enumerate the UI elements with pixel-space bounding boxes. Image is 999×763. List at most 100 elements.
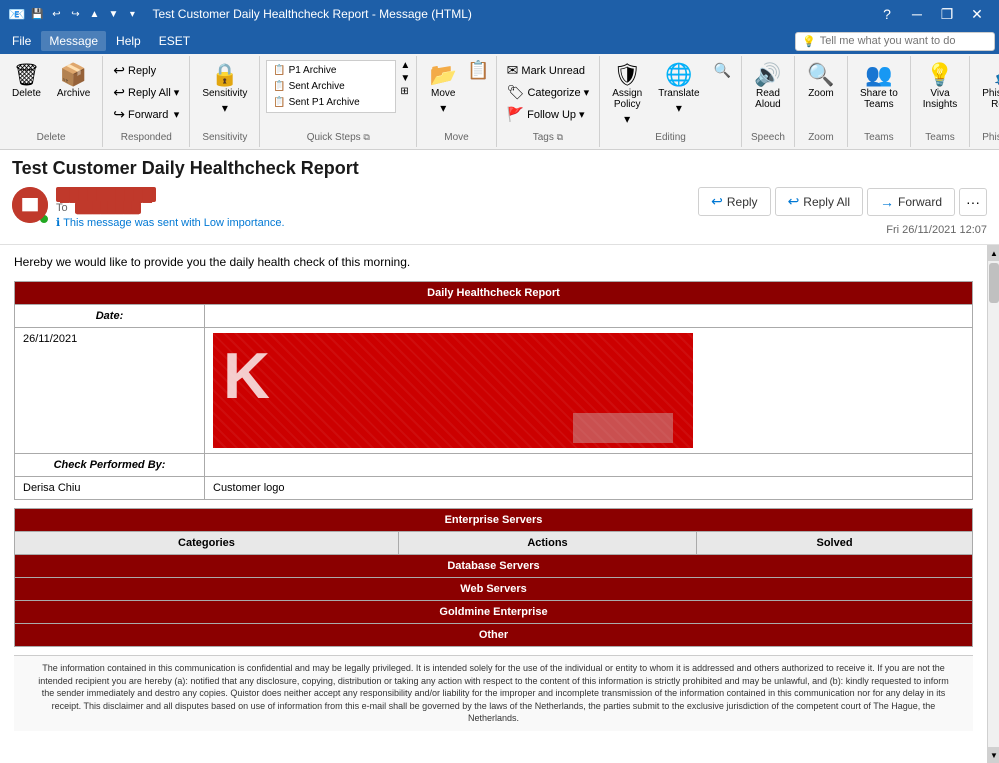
- delete-button[interactable]: 🗑 Delete: [6, 60, 47, 103]
- move-extra: 📋: [467, 60, 489, 81]
- scroll-up-arrow[interactable]: ▲: [988, 245, 999, 261]
- email-container: Test Customer Daily Healthcheck Report █…: [0, 150, 999, 763]
- search-box[interactable]: 💡: [795, 32, 995, 51]
- quick-step-sentarchive[interactable]: 📋 Sent Archive: [269, 79, 393, 94]
- forward-header-icon: →: [880, 194, 894, 210]
- sensitivity-group-content: 🔒 Sensitivity ▾: [196, 60, 253, 130]
- phish-icon: 🎣: [992, 64, 999, 86]
- quick-step-p1archive[interactable]: 📋 P1 Archive: [269, 63, 393, 78]
- logo-image: K: [213, 333, 693, 448]
- window-controls[interactable]: ? ─ ❐ ✕: [873, 0, 991, 28]
- save-icon[interactable]: 💾: [29, 6, 45, 22]
- restore-button[interactable]: ❐: [933, 0, 961, 28]
- editing-search-btn[interactable]: 🔍: [710, 60, 735, 81]
- quicksteps-scroll-up[interactable]: ▲: [400, 60, 410, 71]
- reply-all-dropdown[interactable]: ▾: [174, 86, 180, 99]
- teams-icon: 👥: [865, 64, 892, 86]
- reply-button[interactable]: ↩ Reply: [698, 187, 770, 216]
- quick-access-toolbar[interactable]: 💾 ↩ ↪ ▲ ▼ ▾: [29, 6, 140, 22]
- down-icon[interactable]: ▼: [105, 6, 121, 22]
- info-icon: ℹ: [56, 216, 60, 229]
- categorize-dropdown-icon[interactable]: ▾: [584, 86, 590, 99]
- reply-all-button[interactable]: ↩ Reply All ▾: [109, 82, 183, 103]
- forward-header-button[interactable]: → Forward: [867, 188, 955, 216]
- sensitivity-dropdown-icon[interactable]: ▾: [222, 101, 228, 115]
- follow-up-button[interactable]: 🚩 Follow Up ▾: [503, 104, 594, 125]
- phish-group-label: Phish Alert: [982, 130, 999, 143]
- scroll-thumb[interactable]: [989, 263, 999, 303]
- sensitivity-button[interactable]: 🔒 Sensitivity ▾: [196, 60, 253, 119]
- quicksteps-expand[interactable]: ⊞: [400, 86, 410, 97]
- viva-insights-button[interactable]: 💡 VivaInsights: [917, 60, 963, 114]
- move-group-content: 📂 Move ▾ 📋: [423, 60, 489, 130]
- ribbon-group-phish: 🎣 Phish AlertReport Phish Alert: [970, 56, 999, 147]
- tags-group-label: Tags ⧉: [533, 130, 563, 143]
- menu-help[interactable]: Help: [108, 31, 149, 51]
- forward-dropdown[interactable]: ▾: [174, 108, 180, 121]
- check-performed-value-cell: [205, 454, 973, 477]
- mark-unread-button[interactable]: ✉ Mark Unread: [503, 60, 594, 81]
- ribbon-group-zoom: 🔍 Zoom Zoom: [795, 56, 848, 147]
- forward-button[interactable]: ↪ Forward ▾: [109, 104, 183, 125]
- email-body-wrapper: Hereby we would like to provide you the …: [0, 245, 999, 763]
- recipient-redacted: ████████: [75, 202, 141, 214]
- categorize-icon: 🏷: [507, 84, 525, 101]
- move-button[interactable]: 📂 Move ▾: [423, 60, 463, 119]
- quicksteps-scroll-down[interactable]: ▼: [400, 73, 410, 84]
- phish-alert-button[interactable]: 🎣 Phish AlertReport: [976, 60, 999, 114]
- col-actions: Actions: [398, 532, 696, 555]
- move-icon: 📂: [430, 64, 457, 86]
- menu-file[interactable]: File: [4, 31, 39, 51]
- redo-icon[interactable]: ↪: [67, 6, 83, 22]
- intro-text: Hereby we would like to provide you the …: [14, 255, 973, 269]
- email-body: Hereby we would like to provide you the …: [0, 245, 987, 763]
- respond-group-content: ↩ Reply ↩ Reply All ▾ ↪ Forward ▾: [109, 60, 183, 130]
- reply-section: ↩ Reply ↩ Reply All → Forward ··· Fri 26…: [698, 187, 987, 236]
- respond-group-label: Responded: [121, 130, 172, 143]
- minimize-button[interactable]: ─: [903, 0, 931, 28]
- zoom-button[interactable]: 🔍 Zoom: [801, 60, 841, 103]
- email-date: Fri 26/11/2021 12:07: [886, 224, 987, 236]
- menu-eset[interactable]: ESET: [151, 31, 198, 51]
- subsection-database: Database Servers: [15, 555, 973, 578]
- move-extra-icon: 📋: [467, 60, 489, 81]
- tags-group-content: ✉ Mark Unread 🏷 Categorize ▾ 🚩 Follow Up…: [503, 60, 594, 130]
- search-input[interactable]: [820, 35, 988, 47]
- follow-up-dropdown-icon[interactable]: ▾: [579, 108, 585, 121]
- enterprise-table: Enterprise Servers Categories Actions So…: [14, 508, 973, 647]
- ribbon-group-move: 📂 Move ▾ 📋 Move: [417, 56, 496, 147]
- translate-dropdown-icon[interactable]: ▾: [676, 101, 682, 115]
- quicksteps-controls: ▲ ▼ ⊞: [400, 60, 410, 97]
- sensitivity-icon: 🔒: [211, 64, 238, 86]
- quick-step-sentp1archive[interactable]: 📋 Sent P1 Archive: [269, 95, 393, 110]
- date-label: Date:: [15, 305, 205, 328]
- scrollbar[interactable]: ▲ ▼: [987, 245, 999, 763]
- assign-policy-dropdown-icon[interactable]: ▾: [624, 112, 630, 126]
- menu-message[interactable]: Message: [41, 31, 106, 51]
- zoom-icon: 🔍: [807, 64, 834, 86]
- assign-policy-button[interactable]: 🛡 AssignPolicy ▾: [606, 60, 648, 130]
- help-icon[interactable]: ?: [873, 0, 901, 28]
- move-group-label: Move: [444, 130, 468, 143]
- move-dropdown-icon[interactable]: ▾: [440, 101, 446, 115]
- reply-buttons: ↩ Reply ↩ Reply All → Forward ···: [698, 187, 987, 216]
- title-bar: 📧 💾 ↩ ↪ ▲ ▼ ▾ Test Customer Daily Health…: [0, 0, 999, 28]
- reply-all-header-button[interactable]: ↩ Reply All: [775, 187, 863, 216]
- reply-small-button[interactable]: ↩ Reply: [109, 60, 183, 81]
- more-actions-button[interactable]: ···: [959, 188, 987, 216]
- viva-group-content: 💡 VivaInsights: [917, 60, 963, 130]
- archive-button[interactable]: 📦 Archive: [51, 60, 96, 103]
- translate-button[interactable]: 🌐 Translate ▾: [652, 60, 705, 119]
- follow-up-icon: 🚩: [507, 106, 524, 123]
- mark-unread-icon: ✉: [507, 62, 519, 79]
- categorize-button[interactable]: 🏷 Categorize ▾: [503, 82, 594, 103]
- close-button[interactable]: ✕: [963, 0, 991, 28]
- undo-icon[interactable]: ↩: [48, 6, 64, 22]
- sender-to: To ████████: [56, 202, 285, 214]
- up-icon[interactable]: ▲: [86, 6, 102, 22]
- sensitivity-group-label: Sensitivity: [202, 130, 247, 143]
- share-to-teams-button[interactable]: 👥 Share toTeams: [854, 60, 904, 114]
- scroll-down-arrow[interactable]: ▼: [988, 747, 999, 763]
- read-aloud-button[interactable]: 🔊 ReadAloud: [748, 60, 788, 114]
- customize-icon[interactable]: ▾: [124, 6, 140, 22]
